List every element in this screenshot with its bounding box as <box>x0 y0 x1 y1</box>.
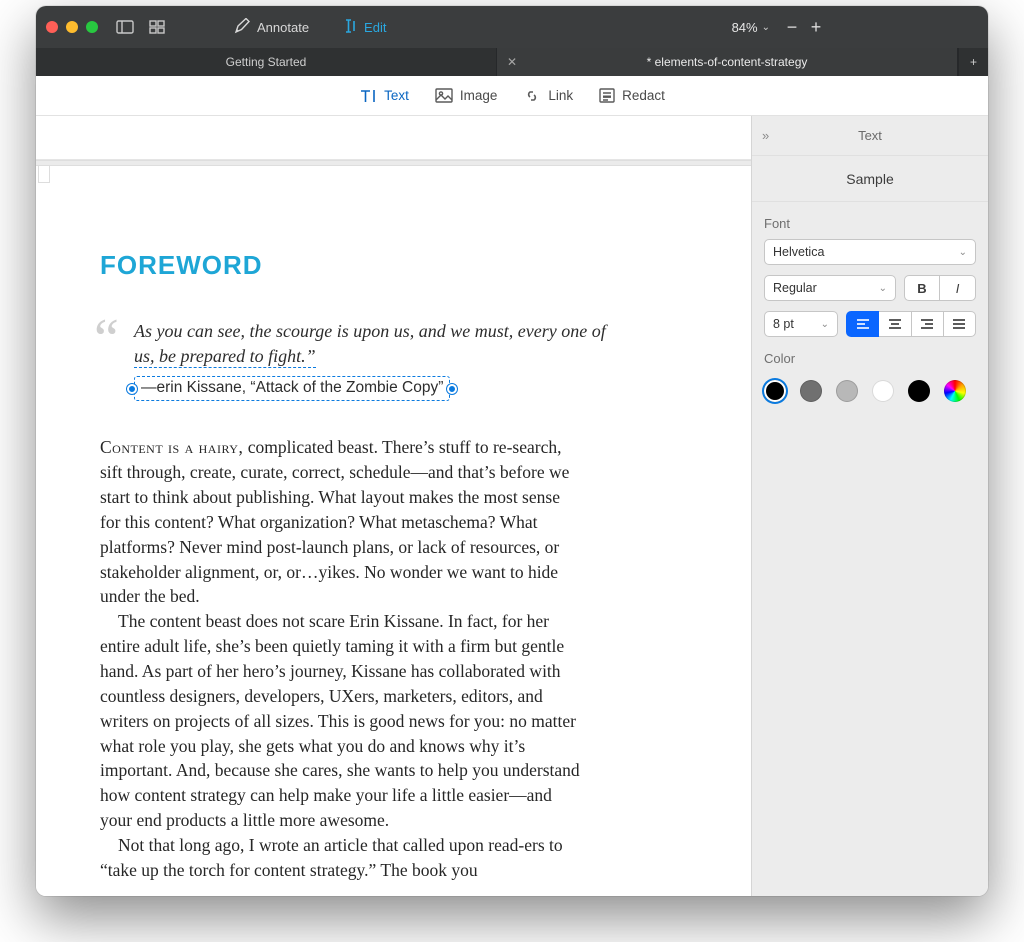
font-style-select[interactable]: Regular ⌄ <box>764 275 896 301</box>
tab-bar: Getting Started ✕ * elements-of-content-… <box>36 48 988 76</box>
image-tool[interactable]: Image <box>435 88 498 103</box>
font-family-value: Helvetica <box>773 245 824 259</box>
color-swatch-lightgray[interactable] <box>836 380 858 402</box>
color-swatch-gray[interactable] <box>800 380 822 402</box>
edit-mode-button[interactable]: Edit <box>335 15 394 40</box>
pencil-icon <box>234 18 250 37</box>
zoom-value: 84% <box>732 20 758 35</box>
color-section-label: Color <box>752 337 988 374</box>
chevron-down-icon: ⌄ <box>821 319 829 330</box>
color-picker-button[interactable] <box>944 380 966 402</box>
app-window: Annotate Edit 84% ⌄ − + Getting Started … <box>36 6 988 896</box>
thumbnail-strip-handle[interactable] <box>38 165 50 183</box>
font-style-value: Regular <box>773 281 817 295</box>
close-tab-icon[interactable]: ✕ <box>507 55 517 69</box>
close-window-button[interactable] <box>46 21 58 33</box>
bold-button[interactable]: B <box>904 275 940 301</box>
page-heading: FOREWORD <box>100 250 687 281</box>
paragraph-3: Not that long ago, I wrote an article th… <box>100 833 580 883</box>
align-right-button[interactable] <box>912 311 944 337</box>
sidebar-header: » Text <box>752 116 988 156</box>
sidebar-toggle-icon[interactable] <box>112 17 138 37</box>
para1-rest: complicated beast. There’s stuff to re-s… <box>100 437 569 606</box>
link-tool[interactable]: Link <box>523 88 573 104</box>
color-swatch-black[interactable] <box>908 380 930 402</box>
quote-mark-icon: “ <box>94 311 119 367</box>
link-tool-label: Link <box>548 88 573 103</box>
minimize-window-button[interactable] <box>66 21 78 33</box>
alignment-group <box>846 311 976 337</box>
selection-handle-left[interactable] <box>127 384 137 394</box>
text-tool-label: Text <box>384 88 409 103</box>
italic-button[interactable]: I <box>940 275 976 301</box>
text-cursor-icon <box>343 18 357 37</box>
quote-attribution[interactable]: —erin Kissane, “Attack of the Zombie Cop… <box>134 376 450 401</box>
para1-lead: Content is a hairy, <box>100 437 243 457</box>
edit-label: Edit <box>364 20 386 35</box>
new-tab-button[interactable]: + <box>958 48 988 76</box>
foreword-quote: “ As you can see, the scourge is upon us… <box>100 319 687 401</box>
font-size-select[interactable]: 8 pt ⌄ <box>764 311 838 337</box>
annotate-mode-button[interactable]: Annotate <box>226 15 317 40</box>
redact-tool[interactable]: Redact <box>599 88 665 103</box>
font-section-label: Font <box>752 202 988 239</box>
paragraph-2: The content beast does not scare Erin Ki… <box>100 609 580 833</box>
annotate-label: Annotate <box>257 20 309 35</box>
chevron-down-icon: ⌄ <box>762 22 770 33</box>
align-justify-button[interactable] <box>944 311 976 337</box>
traffic-lights <box>46 21 98 33</box>
edit-toolbar: Text Image Link Redact <box>36 76 988 116</box>
tab-label: * elements-of-content-strategy <box>647 55 808 69</box>
font-family-select[interactable]: Helvetica ⌄ <box>764 239 976 265</box>
tab-getting-started[interactable]: Getting Started <box>36 48 497 76</box>
font-controls: Helvetica ⌄ Regular ⌄ B I 8 pt <box>752 239 988 337</box>
quote-text-line2: us, be prepared to fight.” <box>134 346 316 368</box>
zoom-in-button[interactable]: + <box>804 17 828 38</box>
image-tool-label: Image <box>460 88 498 103</box>
redact-icon <box>599 88 615 103</box>
zoom-control[interactable]: 84% ⌄ <box>732 20 770 35</box>
color-swatches <box>752 374 988 402</box>
align-left-button[interactable] <box>846 311 879 337</box>
color-swatch-black-selected[interactable] <box>764 380 786 402</box>
text-tool[interactable]: Text <box>359 88 409 104</box>
chevron-down-icon: ⌄ <box>879 283 887 294</box>
image-icon <box>435 88 453 103</box>
inspector-sidebar: » Text Sample Font Helvetica ⌄ Regular ⌄ <box>751 116 988 896</box>
fullscreen-window-button[interactable] <box>86 21 98 33</box>
tab-label: Getting Started <box>226 55 307 69</box>
selection-handle-right[interactable] <box>447 384 457 394</box>
tab-elements-of-content-strategy[interactable]: ✕ * elements-of-content-strategy <box>497 48 958 76</box>
selected-text-box[interactable]: —erin Kissane, “Attack of the Zombie Cop… <box>134 376 450 401</box>
align-center-button[interactable] <box>879 311 911 337</box>
grid-view-icon[interactable] <box>144 17 170 37</box>
document-page: FOREWORD “ As you can see, the scourge i… <box>36 166 751 896</box>
text-tool-icon <box>359 88 377 104</box>
main-body: FOREWORD “ As you can see, the scourge i… <box>36 116 988 896</box>
font-size-value: 8 pt <box>773 317 794 331</box>
color-swatch-white[interactable] <box>872 380 894 402</box>
document-area[interactable]: FOREWORD “ As you can see, the scourge i… <box>36 116 751 896</box>
link-icon <box>523 88 541 104</box>
paragraph-1: Content is a hairy, complicated beast. T… <box>100 435 580 609</box>
quote-text-line1: As you can see, the scourge is upon us, … <box>134 319 687 344</box>
page-top-strip <box>36 116 751 160</box>
collapse-sidebar-icon[interactable]: » <box>762 128 769 143</box>
title-bar: Annotate Edit 84% ⌄ − + <box>36 6 988 48</box>
body-text: Content is a hairy, complicated beast. T… <box>100 435 580 882</box>
sidebar-title: Text <box>858 128 882 143</box>
chevron-down-icon: ⌄ <box>959 247 967 258</box>
sample-preview: Sample <box>752 156 988 202</box>
sample-text: Sample <box>846 171 893 187</box>
zoom-out-button[interactable]: − <box>780 17 804 38</box>
redact-tool-label: Redact <box>622 88 665 103</box>
